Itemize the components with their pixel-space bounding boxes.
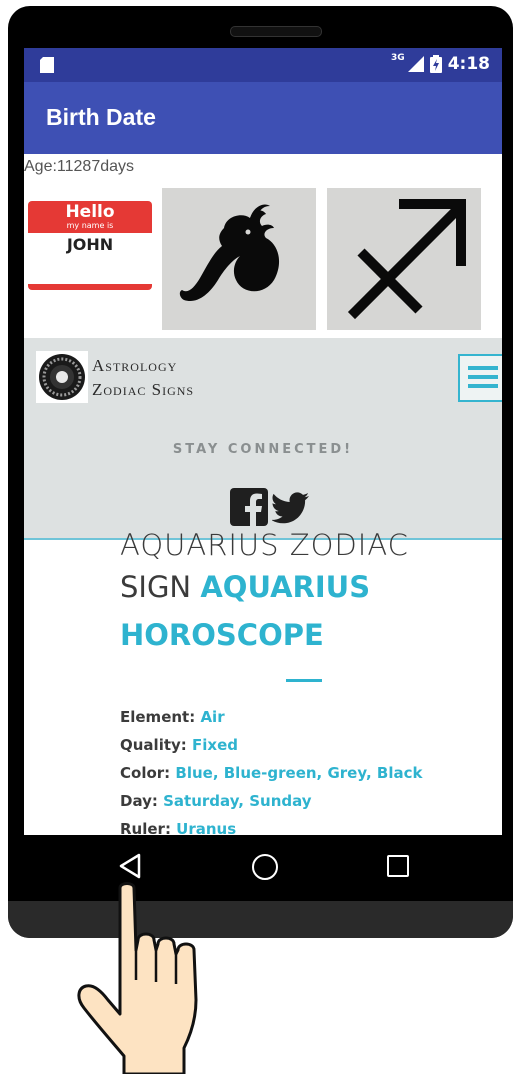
name-tag-greeting: Hello bbox=[65, 202, 115, 222]
fact-value[interactable]: Uranus bbox=[176, 820, 236, 835]
app-screen: 3G 4:18 Birth Date Age:11287days Hello m… bbox=[24, 48, 502, 835]
article-heading-line-2: SIGN AQUARIUS bbox=[120, 570, 370, 604]
phone-speaker bbox=[230, 26, 322, 37]
facebook-icon[interactable] bbox=[230, 488, 268, 526]
pointing-hand-icon bbox=[77, 882, 198, 1074]
menu-icon bbox=[468, 375, 498, 379]
taurus-tile[interactable] bbox=[162, 188, 316, 330]
heading-accent-text: AQUARIUS bbox=[200, 570, 371, 604]
back-icon[interactable] bbox=[118, 853, 142, 879]
fact-element: Element: Air bbox=[120, 708, 225, 726]
network-type: 3G bbox=[391, 53, 405, 63]
fact-day: Day: Saturday, Sunday bbox=[120, 792, 312, 810]
status-bar: 3G 4:18 bbox=[24, 48, 502, 82]
taurus-sign-icon bbox=[179, 204, 280, 302]
fact-label: Ruler: bbox=[120, 820, 177, 835]
name-tag-name: JOHN bbox=[66, 235, 114, 254]
fact-value[interactable]: Air bbox=[200, 708, 224, 726]
battery-icon bbox=[429, 55, 442, 73]
recent-apps-icon[interactable] bbox=[387, 855, 409, 877]
sd-card-icon bbox=[40, 57, 54, 73]
fact-color: Color: Blue, Blue-green, Grey, Black bbox=[120, 764, 422, 782]
fact-label: Color: bbox=[120, 764, 176, 782]
fact-quality: Quality: Fixed bbox=[120, 736, 238, 754]
article-heading-line-1: AQUARIUS ZODIAC bbox=[120, 528, 409, 562]
heading-plain-text: SIGN bbox=[120, 570, 201, 604]
heading-divider bbox=[286, 679, 322, 682]
web-header-section: Astrology Zodiac Signs STAY CONNECTED! bbox=[24, 338, 502, 540]
age-label: Age:11287days bbox=[24, 158, 135, 175]
signal-icon bbox=[407, 56, 424, 72]
fact-ruler: Ruler: Uranus bbox=[120, 820, 236, 835]
home-icon[interactable] bbox=[252, 854, 278, 880]
name-tag-tile[interactable]: Hello my name is JOHN bbox=[28, 201, 152, 290]
stay-connected-label: STAY CONNECTED! bbox=[172, 442, 354, 457]
logo-line-1: Astrology bbox=[92, 356, 178, 375]
fact-label: Day: bbox=[120, 792, 164, 810]
hamburger-menu-button[interactable] bbox=[458, 354, 502, 402]
sagittarius-sign-icon bbox=[347, 199, 466, 320]
twitter-icon[interactable] bbox=[272, 492, 310, 524]
status-indicators: 3G 4:18 bbox=[391, 53, 490, 74]
toolbar-title: Birth Date bbox=[46, 104, 156, 130]
sagittarius-tile[interactable] bbox=[327, 188, 481, 330]
zodiac-wheel-icon bbox=[36, 351, 88, 403]
fact-value[interactable]: Fixed bbox=[192, 736, 238, 754]
name-tag-footer bbox=[28, 284, 152, 290]
article-heading-line-3: HOROSCOPE bbox=[120, 618, 324, 652]
fact-value[interactable]: Blue, Blue-green, Grey, Black bbox=[175, 764, 422, 782]
logo-line-2: Zodiac Signs bbox=[92, 380, 195, 399]
fact-label: Element: bbox=[120, 708, 201, 726]
clock: 4:18 bbox=[447, 54, 490, 74]
menu-icon bbox=[468, 384, 498, 388]
name-tag-subtitle: my name is bbox=[66, 221, 114, 230]
app-toolbar: Birth Date bbox=[24, 82, 502, 154]
menu-icon bbox=[468, 366, 498, 370]
fact-label: Quality: bbox=[120, 736, 193, 754]
fact-value[interactable]: Saturday, Sunday bbox=[163, 792, 311, 810]
name-tag-header: Hello my name is bbox=[28, 201, 152, 233]
